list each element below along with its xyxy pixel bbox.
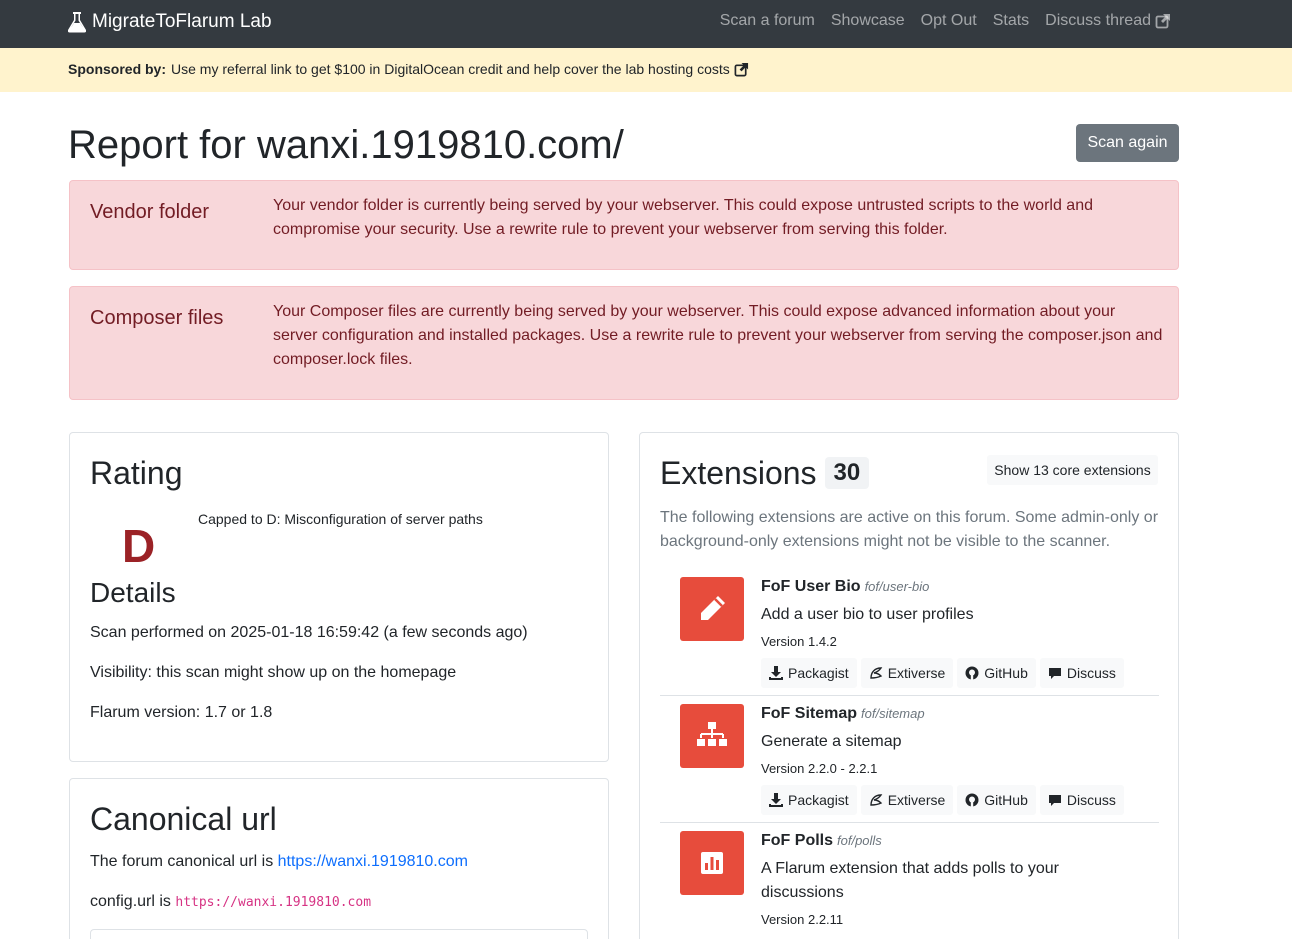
extension-version: Version 1.4.2 [761, 634, 837, 649]
packagist-label: Packagist [788, 665, 849, 681]
sponsor-text: Sponsored by: Use my referral link to ge… [68, 61, 749, 77]
external-link-icon [1155, 14, 1170, 29]
github-icon [965, 666, 979, 680]
nav-opt-out[interactable]: Opt Out [921, 12, 977, 30]
config-url-value: https://wanxi.1919810.com [175, 895, 372, 910]
sitemap-icon [680, 704, 744, 768]
rating-grade: D [122, 520, 156, 572]
extension-name-line: FoF User Bio fof/user-bio [761, 578, 929, 596]
sponsor-banner: Sponsored by: Use my referral link to ge… [0, 48, 1292, 92]
github-label: GitHub [984, 792, 1028, 808]
rating-capped-reason: Capped to D: Misconfiguration of server … [198, 511, 483, 527]
alert-body: Your vendor folder is currently being se… [273, 197, 1093, 238]
canonical-heading: Canonical url [90, 801, 277, 837]
alert-composer-files: Composer files Your Composer files are c… [69, 286, 1179, 400]
alert-title: Composer files [90, 307, 224, 329]
packagist-button[interactable]: Packagist [761, 658, 857, 688]
extensions-card: Extensions 30 Show 13 core extensions The… [639, 432, 1179, 939]
discuss-button[interactable]: Discuss [1039, 658, 1124, 688]
alert-title: Vendor folder [90, 201, 209, 223]
github-button[interactable]: GitHub [957, 785, 1036, 815]
alert-vendor-folder: Vendor folder Your vendor folder is curr… [69, 180, 1179, 270]
config-url-label: config.url is [90, 893, 171, 910]
nav-scan-forum[interactable]: Scan a forum [720, 12, 815, 30]
extension-name[interactable]: FoF Sitemap [761, 705, 857, 722]
canonical-url-line: The forum canonical url is https://wanxi… [90, 853, 468, 871]
extension-name[interactable]: FoF User Bio [761, 578, 861, 595]
extension-description: A Flarum extension that adds polls to yo… [761, 860, 1059, 901]
config-url-line: config.url is https://wanxi.1919810.com [90, 893, 371, 911]
extiverse-icon [870, 667, 883, 679]
extension-links: Packagist Extiverse GitHub Discuss [761, 785, 1128, 815]
brand-name: MigrateToFlarum Lab [92, 11, 272, 32]
extension-item: FoF Polls fof/polls A Flarum extension th… [660, 831, 1159, 939]
extension-description: Add a user bio to user profiles [761, 606, 974, 623]
comment-icon [1048, 668, 1061, 679]
extensions-description: The following extensions are active on t… [660, 509, 1159, 550]
github-button[interactable]: GitHub [957, 658, 1036, 688]
discuss-label: Discuss [1066, 665, 1116, 681]
extension-name[interactable]: FoF Polls [761, 832, 833, 849]
flask-icon [68, 12, 86, 33]
visibility: Visibility: this scan might show up on t… [90, 664, 457, 681]
extiverse-label: Extiverse [887, 665, 946, 681]
canonical-card: Canonical url The forum canonical url is… [69, 778, 609, 939]
extiverse-button[interactable]: Extiverse [860, 785, 954, 815]
canonical-url-text: The forum canonical url is [90, 853, 274, 870]
pencil-icon [680, 577, 744, 641]
packagist-label: Packagist [788, 792, 849, 808]
extiverse-button[interactable]: Extiverse [860, 658, 954, 688]
poll-icon [680, 831, 744, 895]
rating-heading: Rating [90, 455, 183, 491]
download-icon [769, 666, 783, 680]
canonical-inner-box [90, 929, 588, 939]
discuss-button[interactable]: Discuss [1039, 785, 1124, 815]
nav-discuss-label: Discuss thread [1045, 12, 1151, 29]
sponsor-link[interactable]: Use my referral link to get $100 in Digi… [171, 61, 730, 77]
extension-name-line: FoF Polls fof/polls [761, 832, 882, 850]
page-title: Report for wanxi.1919810.com/ [68, 123, 624, 167]
canonical-url-link[interactable]: https://wanxi.1919810.com [278, 853, 468, 870]
extension-package: fof/user-bio [864, 579, 930, 594]
details-heading: Details [90, 577, 176, 608]
extensions-heading: Extensions 30 [660, 455, 870, 492]
brand-link[interactable]: MigrateToFlarum Lab [68, 9, 272, 35]
flarum-version: Flarum version: 1.7 or 1.8 [90, 704, 273, 721]
extension-package: fof/polls [837, 833, 882, 848]
download-icon [769, 793, 783, 807]
show-core-extensions-button[interactable]: Show 13 core extensions [987, 455, 1158, 485]
extension-description: Generate a sitemap [761, 733, 902, 750]
extiverse-label: Extiverse [887, 792, 946, 808]
nav-showcase[interactable]: Showcase [831, 12, 905, 30]
packagist-button[interactable]: Packagist [761, 785, 857, 815]
github-label: GitHub [984, 665, 1028, 681]
extension-item: FoF Sitemap fof/sitemap Generate a sitema… [660, 704, 1159, 823]
extension-item: FoF User Bio fof/user-bio Add a user bio … [660, 577, 1159, 696]
alert-body: Your Composer files are currently being … [273, 303, 1163, 368]
extension-name-line: FoF Sitemap fof/sitemap [761, 705, 925, 723]
discuss-label: Discuss [1066, 792, 1116, 808]
scan-again-button[interactable]: Scan again [1076, 124, 1179, 162]
navbar: MigrateToFlarum Lab Scan a forum Showcas… [0, 0, 1292, 48]
github-icon [965, 793, 979, 807]
extension-version: Version 2.2.0 - 2.2.1 [761, 761, 878, 776]
comment-icon [1048, 795, 1061, 806]
nav-discuss-thread[interactable]: Discuss thread [1045, 12, 1171, 30]
extension-links: Packagist Extiverse GitHub Discuss [761, 658, 1128, 688]
sponsor-label: Sponsored by: [68, 61, 167, 77]
external-link-icon [734, 62, 748, 76]
rating-card: Rating D Capped to D: Misconfiguration o… [69, 432, 609, 762]
nav-stats[interactable]: Stats [993, 12, 1029, 30]
extension-package: fof/sitemap [861, 706, 925, 721]
nav-links: Scan a forum Showcase Opt Out Stats Disc… [704, 0, 1171, 42]
scan-performed: Scan performed on 2025-01-18 16:59:42 (a… [90, 624, 528, 641]
extensions-count-badge: 30 [824, 457, 870, 489]
extension-version: Version 2.2.11 [761, 912, 844, 927]
extiverse-icon [870, 794, 883, 806]
extensions-heading-label: Extensions [660, 455, 817, 491]
